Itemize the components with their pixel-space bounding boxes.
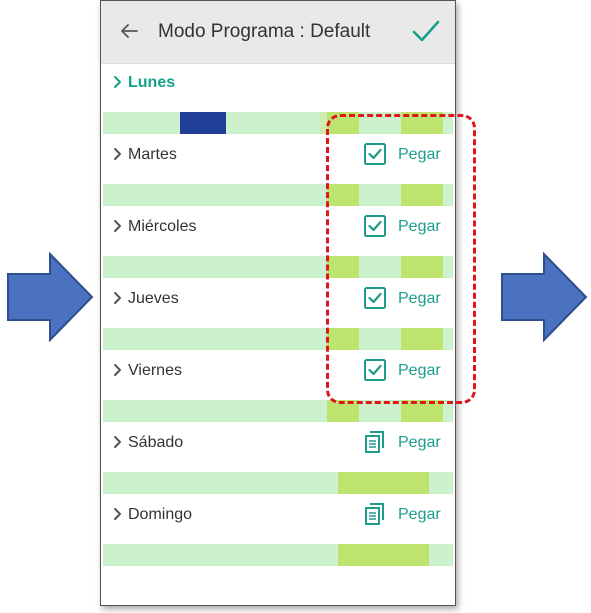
day-label: Lunes — [128, 74, 176, 91]
schedule-segment — [337, 472, 429, 494]
chevron-right-icon — [113, 435, 123, 449]
schedule-bar[interactable] — [103, 544, 453, 566]
highlight-box — [326, 114, 476, 404]
day-label: Sábado — [128, 434, 184, 451]
chevron-right-icon — [113, 291, 123, 305]
page-title: Modo Programa : Default — [158, 21, 371, 42]
day-label: Viernes — [128, 362, 182, 379]
copy-icon[interactable] — [363, 502, 387, 526]
day-label: Domingo — [128, 506, 193, 523]
right-arrow-icon — [6, 252, 94, 342]
arrow-left-icon[interactable] — [117, 19, 141, 43]
schedule-bar[interactable] — [103, 472, 453, 494]
right-arrow-icon — [500, 252, 588, 342]
chevron-right-icon — [113, 363, 123, 377]
chevron-right-icon — [113, 507, 123, 521]
check-icon[interactable] — [411, 17, 441, 45]
chevron-right-icon — [113, 219, 123, 233]
day-item: Domingo Pegar — [101, 496, 455, 568]
paste-button[interactable]: Pegar — [398, 506, 441, 524]
paste-button[interactable]: Pegar — [398, 434, 441, 452]
day-label: Miércoles — [128, 218, 197, 235]
copy-icon[interactable] — [363, 430, 387, 454]
app-header: Modo Programa : Default — [101, 1, 455, 64]
day-row[interactable]: Sábado Pegar — [101, 424, 455, 462]
day-item: Sábado Pegar — [101, 424, 455, 496]
day-row[interactable]: Lunes — [101, 64, 455, 102]
chevron-right-icon — [113, 75, 123, 89]
schedule-segment — [337, 544, 429, 566]
schedule-segment — [180, 112, 226, 134]
day-row[interactable]: Domingo Pegar — [101, 496, 455, 534]
day-label: Martes — [128, 146, 177, 163]
day-label: Jueves — [128, 290, 179, 307]
chevron-right-icon — [113, 147, 123, 161]
